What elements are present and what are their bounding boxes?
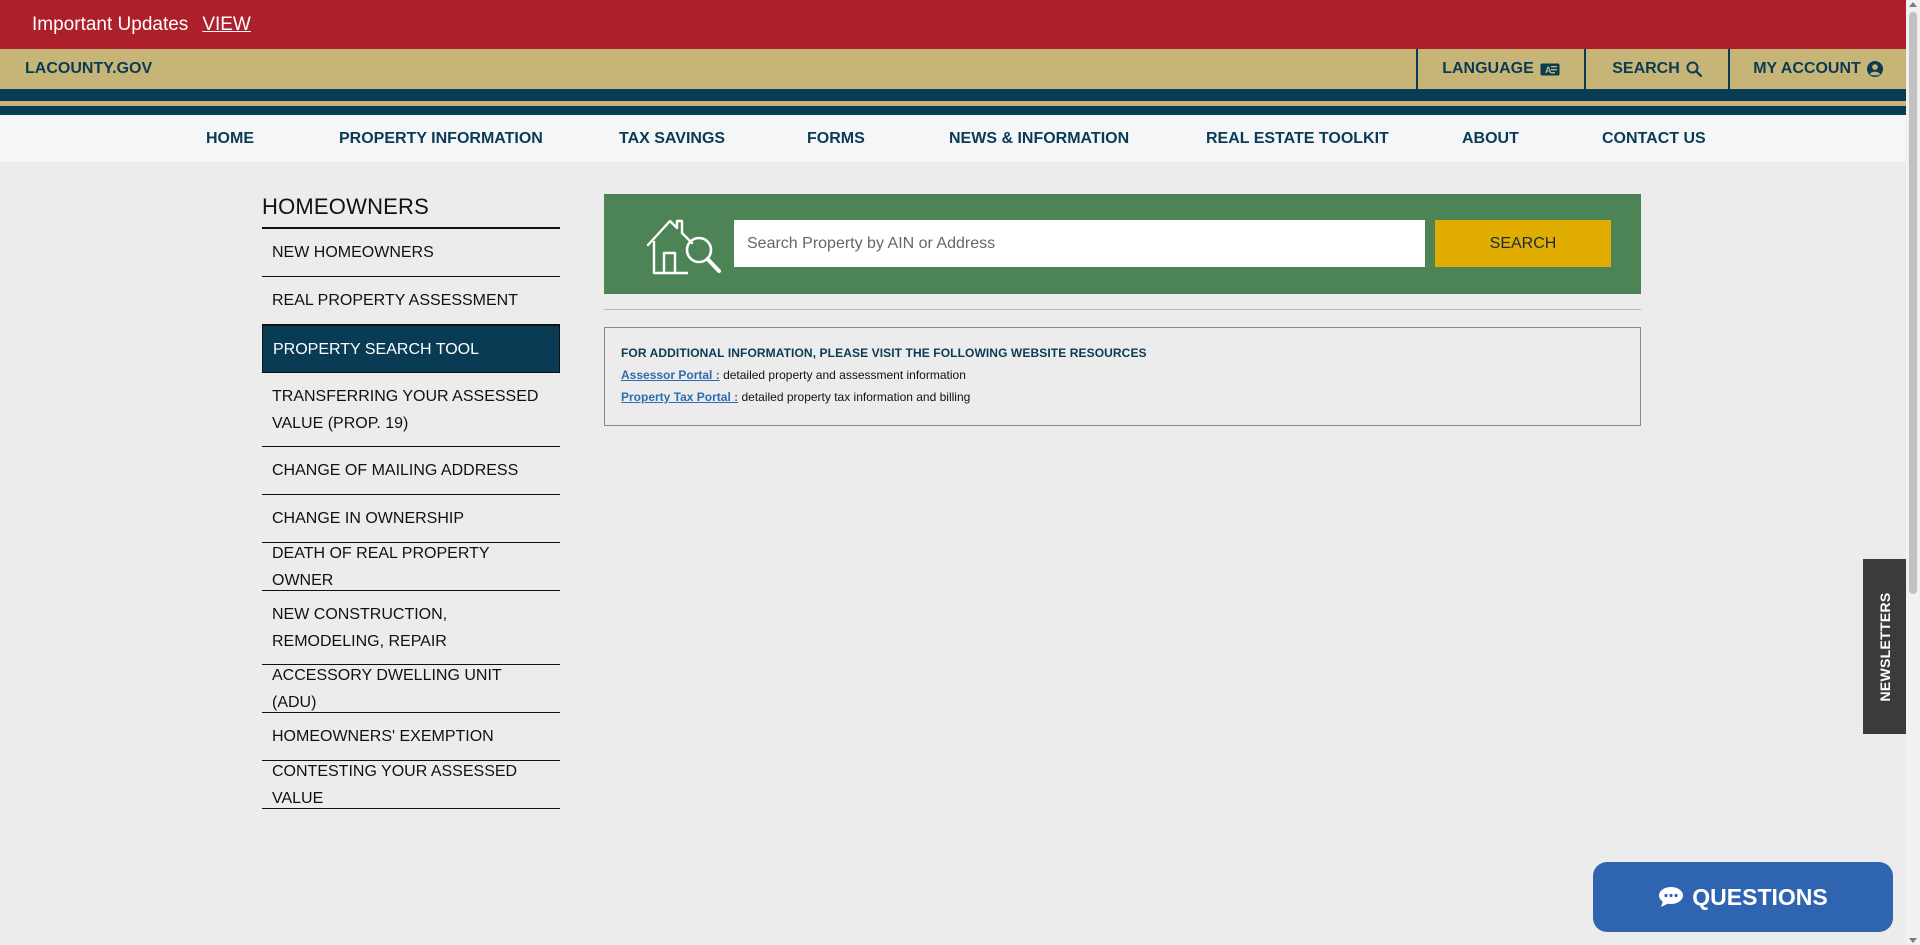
questions-button[interactable]: QUESTIONS — [1593, 862, 1893, 932]
sidebar-item-label: CHANGE OF MAILING ADDRESS — [272, 462, 519, 479]
sidebar-item-label: ACCESSORY DWELLING UNIT (ADU) — [272, 666, 502, 711]
language-label: LANGUAGE — [1442, 60, 1534, 77]
sidebar-item-change-in-ownership[interactable]: CHANGE IN OWNERSHIP — [262, 495, 560, 543]
important-updates-bar: Important Updates VIEW — [0, 0, 1906, 49]
nav-news-information[interactable]: NEWS & INFORMATION — [949, 115, 1129, 162]
scroll-up-arrow-icon[interactable] — [1909, 2, 1917, 7]
property-search-button[interactable]: SEARCH — [1435, 220, 1611, 267]
homeowners-sidebar: HOMEOWNERS NEW HOMEOWNERS REAL PROPERTY … — [262, 190, 560, 809]
nav-contact-us[interactable]: CONTACT US — [1602, 115, 1706, 162]
sidebar-item-contesting-assessed-value[interactable]: CONTESTING YOUR ASSESSED VALUE — [262, 761, 560, 809]
sidebar-item-label: DEATH OF REAL PROPERTY OWNER — [272, 544, 490, 589]
nav-property-information[interactable]: PROPERTY INFORMATION — [339, 115, 543, 162]
language-card-icon: A — [1540, 63, 1560, 75]
header-search-button[interactable]: SEARCH — [1584, 49, 1728, 89]
scroll-down-arrow-icon[interactable] — [1909, 938, 1917, 943]
additional-info-box: FOR ADDITIONAL INFORMATION, PLEASE VISIT… — [604, 327, 1641, 426]
info-line-property-tax: Property Tax Portal : detailed property … — [621, 390, 1624, 404]
sidebar-item-death-of-owner[interactable]: DEATH OF REAL PROPERTY OWNER — [262, 543, 560, 591]
nav-forms[interactable]: FORMS — [807, 115, 865, 162]
scroll-thumb[interactable] — [1909, 12, 1917, 594]
header-stripe-navy — [0, 89, 1906, 101]
sidebar-item-adu[interactable]: ACCESSORY DWELLING UNIT (ADU) — [262, 665, 560, 713]
header-search-label: SEARCH — [1612, 60, 1680, 77]
nav-about[interactable]: ABOUT — [1462, 115, 1519, 162]
newsletters-tab[interactable]: NEWSLETTERS — [1863, 559, 1906, 734]
assessor-portal-link[interactable]: Assessor Portal : — [621, 368, 720, 382]
page-scrollbar[interactable] — [1906, 0, 1920, 945]
sidebar-item-transferring-assessed-value[interactable]: TRANSFERRING YOUR ASSESSED VALUE (PROP. … — [262, 373, 560, 447]
main-navigation: HOME PROPERTY INFORMATION TAX SAVINGS FO… — [0, 115, 1906, 162]
property-search-panel: SEARCH — [604, 194, 1641, 294]
sidebar-title: HOMEOWNERS — [262, 190, 560, 229]
sidebar-item-label: PROPERTY SEARCH TOOL — [273, 340, 479, 358]
nav-home[interactable]: HOME — [206, 115, 254, 162]
sidebar-item-new-construction[interactable]: NEW CONSTRUCTION, REMODELING, REPAIR — [262, 591, 560, 665]
assessor-portal-description: detailed property and assessment informa… — [723, 368, 966, 382]
sidebar-item-label: TRANSFERRING YOUR ASSESSED VALUE (PROP. … — [272, 387, 539, 432]
county-utility-bar: LACOUNTY.GOV LANGUAGE A SEARCH MY ACCOUN… — [0, 49, 1906, 89]
house-search-icon — [646, 219, 721, 275]
property-search-input[interactable] — [734, 220, 1425, 267]
questions-label: QUESTIONS — [1692, 883, 1828, 910]
newsletters-tab-label: NEWSLETTERS — [1876, 591, 1893, 702]
svg-text:A: A — [1545, 65, 1552, 75]
magnifier-icon — [1686, 61, 1702, 77]
sidebar-item-new-homeowners[interactable]: NEW HOMEOWNERS — [262, 229, 560, 277]
sidebar-item-homeowners-exemption[interactable]: HOMEOWNERS' EXEMPTION — [262, 713, 560, 761]
property-tax-portal-link[interactable]: Property Tax Portal : — [621, 390, 738, 404]
important-updates-view-link[interactable]: VIEW — [202, 14, 251, 36]
important-updates-text: Important Updates — [32, 13, 189, 35]
sidebar-item-label: NEW CONSTRUCTION, REMODELING, REPAIR — [272, 605, 448, 650]
utility-links: LANGUAGE A SEARCH MY ACCOUNT — [1416, 49, 1906, 89]
sidebar-item-label: NEW HOMEOWNERS — [272, 244, 434, 261]
info-heading: FOR ADDITIONAL INFORMATION, PLEASE VISIT… — [621, 346, 1147, 360]
nav-real-estate-toolkit[interactable]: REAL ESTATE TOOLKIT — [1206, 115, 1389, 162]
language-button[interactable]: LANGUAGE A — [1416, 49, 1584, 89]
sidebar-item-label: HOMEOWNERS' EXEMPTION — [272, 728, 494, 745]
header-stripe-navy-lower — [0, 106, 1906, 115]
user-circle-icon — [1866, 61, 1883, 77]
my-account-button[interactable]: MY ACCOUNT — [1728, 49, 1906, 89]
info-line-assessor: Assessor Portal : detailed property and … — [621, 368, 1624, 382]
nav-tax-savings[interactable]: TAX SAVINGS — [619, 115, 725, 162]
property-tax-portal-description: detailed property tax information and bi… — [741, 390, 971, 404]
sidebar-item-label: REAL PROPERTY ASSESSMENT — [272, 292, 519, 309]
sidebar-item-property-search-tool[interactable]: PROPERTY SEARCH TOOL — [262, 325, 560, 373]
my-account-label: MY ACCOUNT — [1753, 60, 1861, 77]
sidebar-item-change-of-mailing-address[interactable]: CHANGE OF MAILING ADDRESS — [262, 447, 560, 495]
lacounty-gov-link[interactable]: LACOUNTY.GOV — [25, 60, 152, 78]
content-divider — [604, 309, 1641, 310]
chat-bubble-icon — [1659, 887, 1684, 907]
sidebar-item-real-property-assessment[interactable]: REAL PROPERTY ASSESSMENT — [262, 277, 560, 325]
sidebar-item-label: CHANGE IN OWNERSHIP — [272, 510, 465, 527]
sidebar-item-label: CONTESTING YOUR ASSESSED VALUE — [272, 762, 518, 807]
